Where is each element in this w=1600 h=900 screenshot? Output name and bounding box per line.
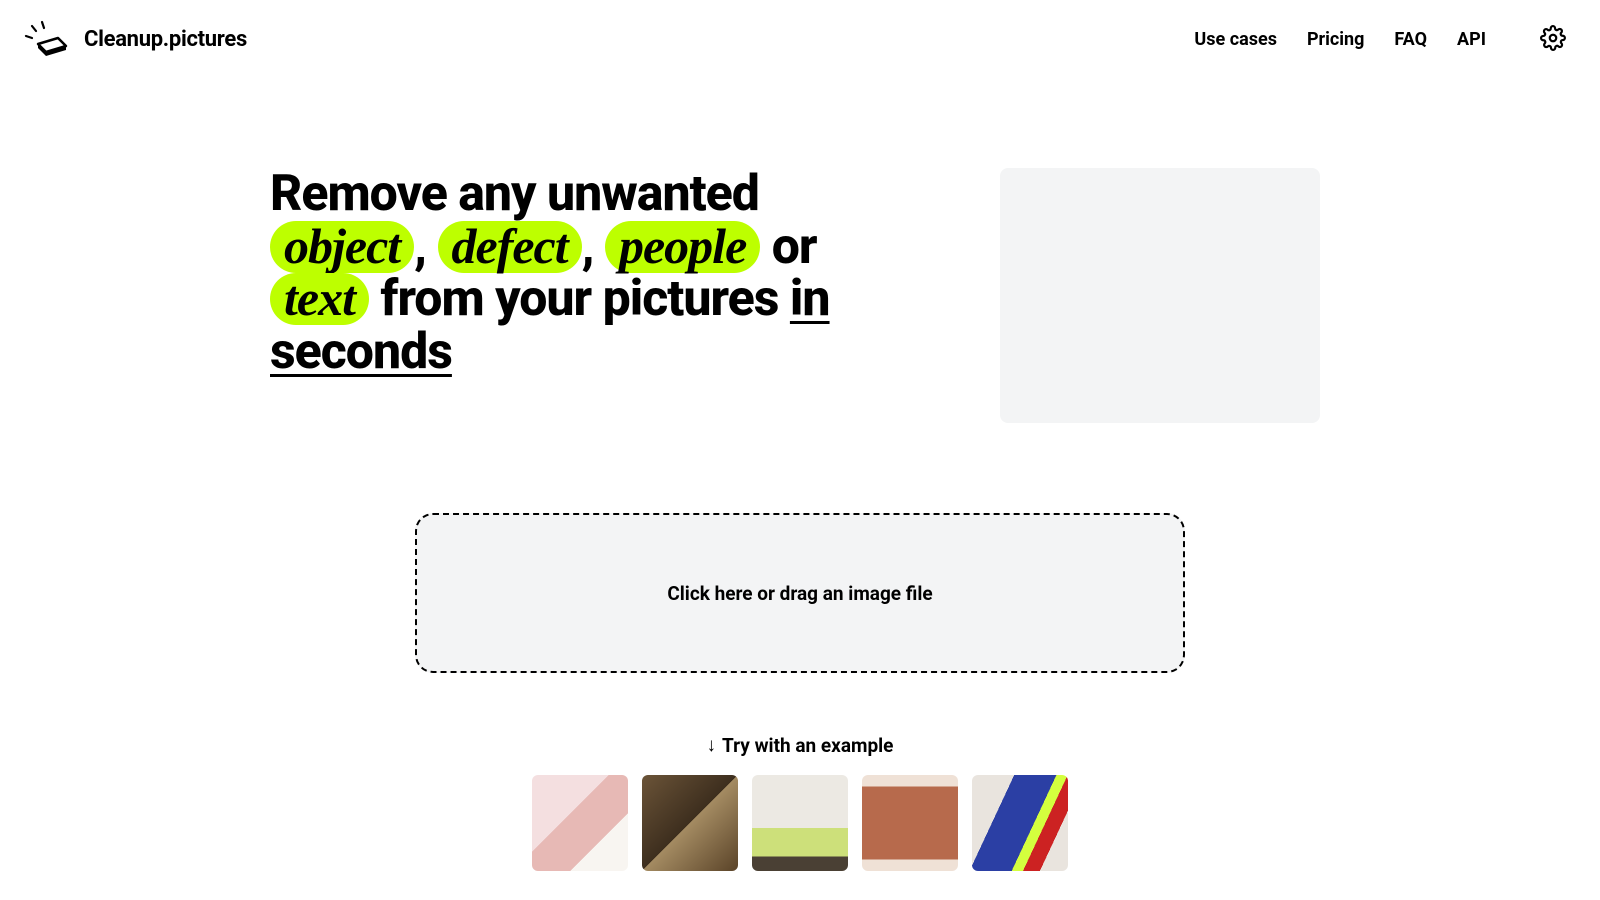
nav-pricing[interactable]: Pricing — [1307, 29, 1364, 50]
examples-label-text: Try with an example — [722, 734, 893, 757]
headline-mid: from your pictures — [369, 270, 790, 328]
example-thumb-sneaker[interactable] — [972, 775, 1068, 871]
examples-heading: ↓ Try with an example — [707, 733, 894, 757]
example-thumb-bag[interactable] — [532, 775, 628, 871]
example-thumb-desk[interactable] — [642, 775, 738, 871]
main-nav: Use cases Pricing FAQ API — [1194, 21, 1570, 58]
highlight-people: people — [605, 221, 760, 273]
headline: Remove any unwanted object, defect, peop… — [270, 168, 910, 378]
nav-faq[interactable]: FAQ — [1394, 29, 1427, 50]
examples-section: ↓ Try with an example — [270, 733, 1330, 871]
brand-name: Cleanup.pictures — [84, 27, 247, 52]
example-thumbnails — [270, 775, 1330, 871]
logo-group: Cleanup.pictures — [20, 20, 247, 58]
highlight-object: object — [270, 221, 414, 273]
upload-dropzone[interactable]: Click here or drag an image file — [415, 513, 1185, 673]
settings-button[interactable] — [1536, 21, 1570, 58]
highlight-text: text — [270, 273, 369, 325]
example-thumb-room[interactable] — [752, 775, 848, 871]
gear-icon — [1540, 25, 1566, 54]
header: Cleanup.pictures Use cases Pricing FAQ A… — [0, 0, 1600, 78]
hero: Remove any unwanted object, defect, peop… — [270, 168, 1330, 423]
headline-sep1: , — [414, 218, 437, 276]
dropzone-label: Click here or drag an image file — [667, 582, 932, 605]
headline-sep3: or — [760, 218, 816, 276]
nav-api[interactable]: API — [1457, 29, 1486, 50]
eraser-logo-icon — [20, 20, 68, 58]
arrow-down-icon: ↓ — [707, 733, 717, 757]
nav-use-cases[interactable]: Use cases — [1194, 29, 1277, 50]
headline-sep2: , — [582, 218, 605, 276]
demo-preview-placeholder — [1000, 168, 1320, 423]
highlight-defect: defect — [438, 221, 582, 273]
example-thumb-jacket[interactable] — [862, 775, 958, 871]
main: Remove any unwanted object, defect, peop… — [270, 78, 1330, 871]
headline-pre: Remove any unwanted — [270, 165, 759, 223]
